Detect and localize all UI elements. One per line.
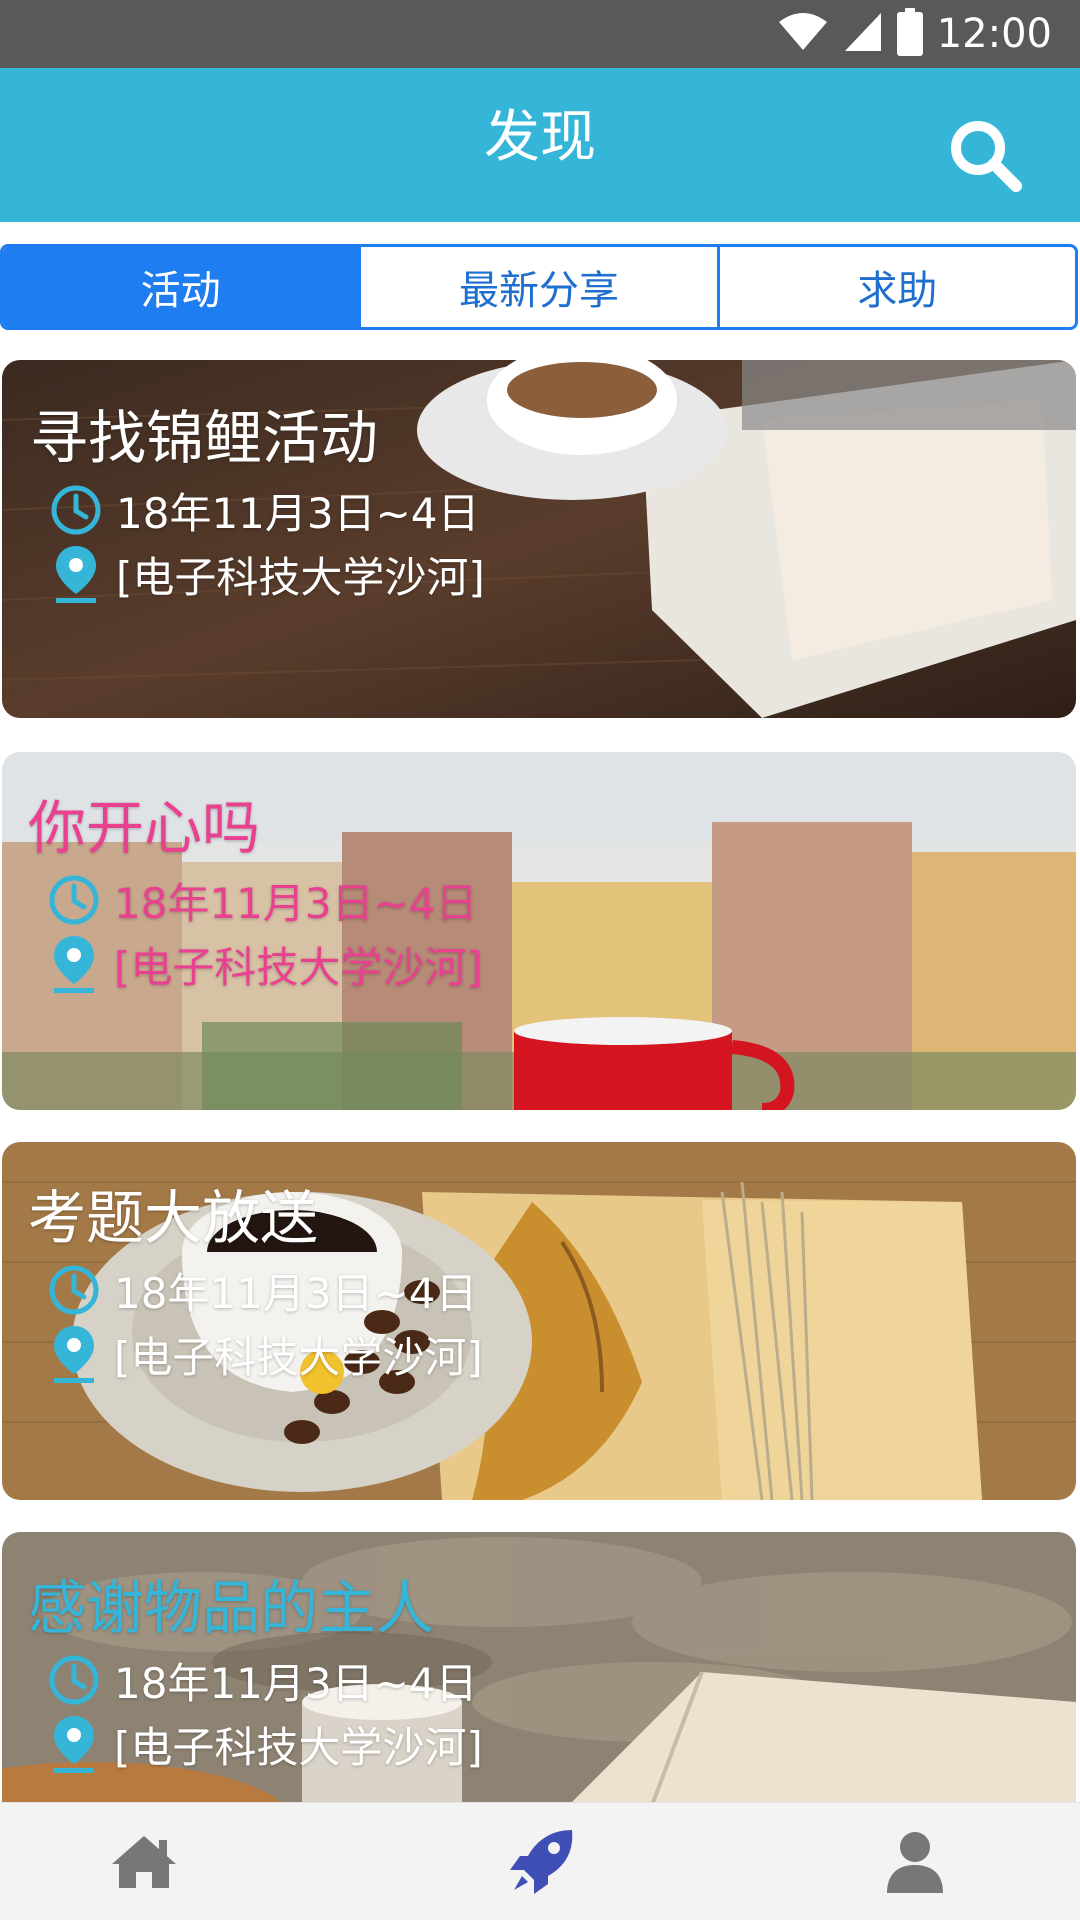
card-location-row: [电子科技大学沙河] <box>30 542 485 606</box>
segment-tabs: 活动 最新分享 求助 <box>0 244 1078 330</box>
app-header: 发现 <box>0 68 1080 222</box>
activity-card[interactable]: 感谢物品的主人 18年11月3日~4日 [电子科技大学沙河] <box>2 1532 1076 1832</box>
clock-icon <box>44 870 104 930</box>
tab-activity[interactable]: 活动 <box>3 247 359 327</box>
location-pin-icon <box>46 544 106 604</box>
bottom-navigation <box>0 1802 1080 1920</box>
nav-discover[interactable] <box>462 1803 622 1921</box>
card-location-row: [电子科技大学沙河] <box>28 932 483 996</box>
search-button[interactable] <box>946 116 1024 194</box>
signal-icon <box>843 11 883 57</box>
card-date-row: 18年11月3日~4日 <box>28 1648 483 1712</box>
card-location: [电子科技大学沙河] <box>114 942 483 992</box>
card-date-row: 18年11月3日~4日 <box>30 478 485 542</box>
tab-help[interactable]: 求助 <box>716 247 1075 327</box>
nav-profile[interactable] <box>835 1803 995 1921</box>
wifi-icon <box>777 12 829 56</box>
card-content: 感谢物品的主人 18年11月3日~4日 [电子科技大学沙河] <box>28 1568 483 1776</box>
card-location-row: [电子科技大学沙河] <box>28 1712 483 1776</box>
card-date: 18年11月3日~4日 <box>114 878 478 928</box>
card-content: 你开心吗 18年11月3日~4日 [电子科技大学沙河] <box>28 788 483 996</box>
location-pin-icon <box>44 934 104 994</box>
card-date: 18年11月3日~4日 <box>114 1268 478 1318</box>
clock-icon <box>44 1260 104 1320</box>
battery-icon <box>896 8 923 60</box>
user-icon <box>887 1832 943 1893</box>
card-location: [电子科技大学沙河] <box>114 1332 483 1382</box>
search-icon <box>951 121 1022 192</box>
card-content: 寻找锦鲤活动 18年11月3日~4日 [电子科技大学沙河] <box>30 398 485 606</box>
card-title: 你开心吗 <box>28 794 261 862</box>
card-location-row: [电子科技大学沙河] <box>28 1322 483 1386</box>
card-title: 寻找锦鲤活动 <box>30 404 379 472</box>
activity-card[interactable]: 你开心吗 18年11月3日~4日 [电子科技大学沙河] <box>2 752 1076 1110</box>
clock-icon <box>44 1650 104 1710</box>
nav-home[interactable] <box>64 1803 224 1921</box>
card-location: [电子科技大学沙河] <box>114 1722 483 1772</box>
card-location: [电子科技大学沙河] <box>116 552 485 602</box>
clock-icon <box>46 480 106 540</box>
card-title: 考题大放送 <box>28 1184 319 1252</box>
card-title: 感谢物品的主人 <box>28 1574 435 1642</box>
status-bar: 12:00 <box>0 0 1080 68</box>
card-date: 18年11月3日~4日 <box>114 1658 478 1708</box>
home-icon <box>112 1836 176 1888</box>
activity-card[interactable]: 寻找锦鲤活动 18年11月3日~4日 [电子科技大学沙河] <box>2 360 1076 718</box>
status-icons: 12:00 <box>777 0 1052 68</box>
rocket-icon <box>510 1830 573 1894</box>
page-title: 发现 <box>484 105 596 170</box>
activity-card[interactable]: 考题大放送 18年11月3日~4日 [电子科技大学沙河] <box>2 1142 1076 1500</box>
card-content: 考题大放送 18年11月3日~4日 [电子科技大学沙河] <box>28 1178 483 1386</box>
card-date-row: 18年11月3日~4日 <box>28 868 483 932</box>
tab-latest-share[interactable]: 最新分享 <box>358 247 716 327</box>
card-date: 18年11月3日~4日 <box>116 488 480 538</box>
status-time: 12:00 <box>936 11 1052 57</box>
card-date-row: 18年11月3日~4日 <box>28 1258 483 1322</box>
location-pin-icon <box>44 1324 104 1384</box>
location-pin-icon <box>44 1714 104 1774</box>
